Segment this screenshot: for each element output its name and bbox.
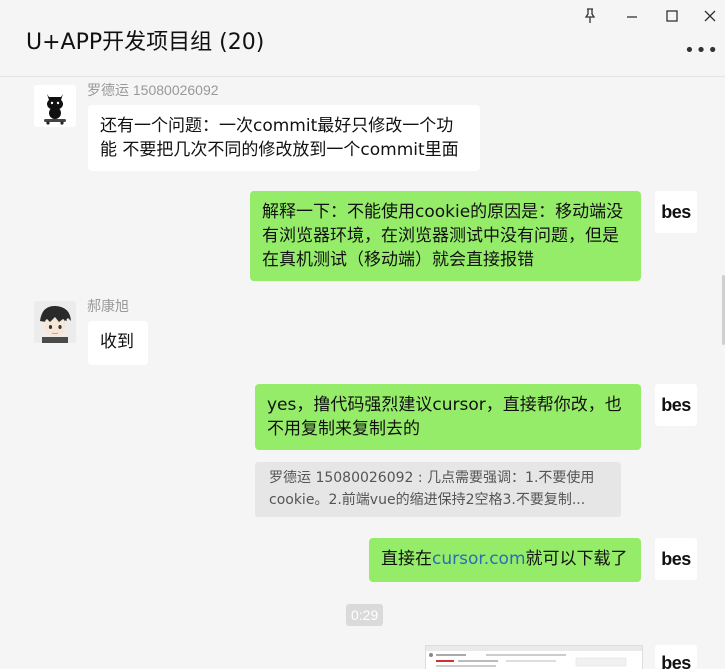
screenshot-thumbnail[interactable] (425, 645, 643, 669)
bes-avatar[interactable]: bes (655, 538, 697, 580)
pin-icon[interactable] (580, 6, 600, 26)
quote-text: 罗德运 15080026092 : 几点需要强调：1.不要使用cookie。2.… (269, 470, 595, 508)
message-text: 解释一下：不能使用cookie的原因是：移动端没有浏览器环境，在浏览器测试中没有… (262, 202, 624, 270)
message-text: yes，撸代码强烈建议cursor，直接帮你改，也不用复制来复制去的 (267, 395, 622, 439)
timestamp: 0:29 (346, 604, 384, 626)
cursor-link[interactable]: cursor.com (432, 549, 526, 569)
more-options-button[interactable]: ••• (684, 40, 719, 61)
anime-boy-avatar[interactable] (34, 301, 76, 343)
message-bubble-outgoing[interactable]: yes，撸代码强烈建议cursor，直接帮你改，也不用复制来复制去的 (255, 384, 641, 450)
message-text: 收到 (100, 332, 134, 352)
message-bubble-outgoing[interactable]: 解释一下：不能使用cookie的原因是：移动端没有浏览器环境，在浏览器测试中没有… (250, 191, 641, 281)
chat-header: U+APP开发项目组 (20) ••• (0, 0, 725, 77)
bes-avatar[interactable]: bes (655, 645, 697, 669)
bes-avatar[interactable]: bes (655, 191, 697, 233)
cat-skateboard-avatar[interactable] (34, 85, 76, 127)
message-text-suffix: 就可以下载了 (525, 549, 628, 569)
quoted-message[interactable]: 罗德运 15080026092 : 几点需要强调：1.不要使用cookie。2.… (255, 462, 621, 517)
close-icon[interactable] (700, 6, 720, 26)
message-bubble-incoming[interactable]: 收到 (88, 321, 148, 365)
minimize-icon[interactable] (622, 6, 642, 26)
message-bubble-incoming[interactable]: 还有一个问题：一次commit最好只修改一个功能 不要把几次不同的修改放到一个c… (88, 105, 480, 171)
message-text-prefix: 直接在 (381, 549, 432, 569)
maximize-icon[interactable] (662, 6, 682, 26)
message-text: 还有一个问题：一次commit最好只修改一个功能 不要把几次不同的修改放到一个c… (100, 116, 459, 160)
sender-name: 郝康旭 (87, 298, 129, 314)
chat-title: U+APP开发项目组 (20) (26, 30, 265, 55)
message-bubble-outgoing[interactable]: 直接在cursor.com就可以下载了 (369, 538, 641, 582)
chat-window: U+APP开发项目组 (20) ••• 罗德运 15080026092 还有一个… (0, 0, 725, 669)
bes-avatar[interactable]: bes (655, 384, 697, 426)
sender-name: 罗德运 15080026092 (87, 82, 219, 98)
